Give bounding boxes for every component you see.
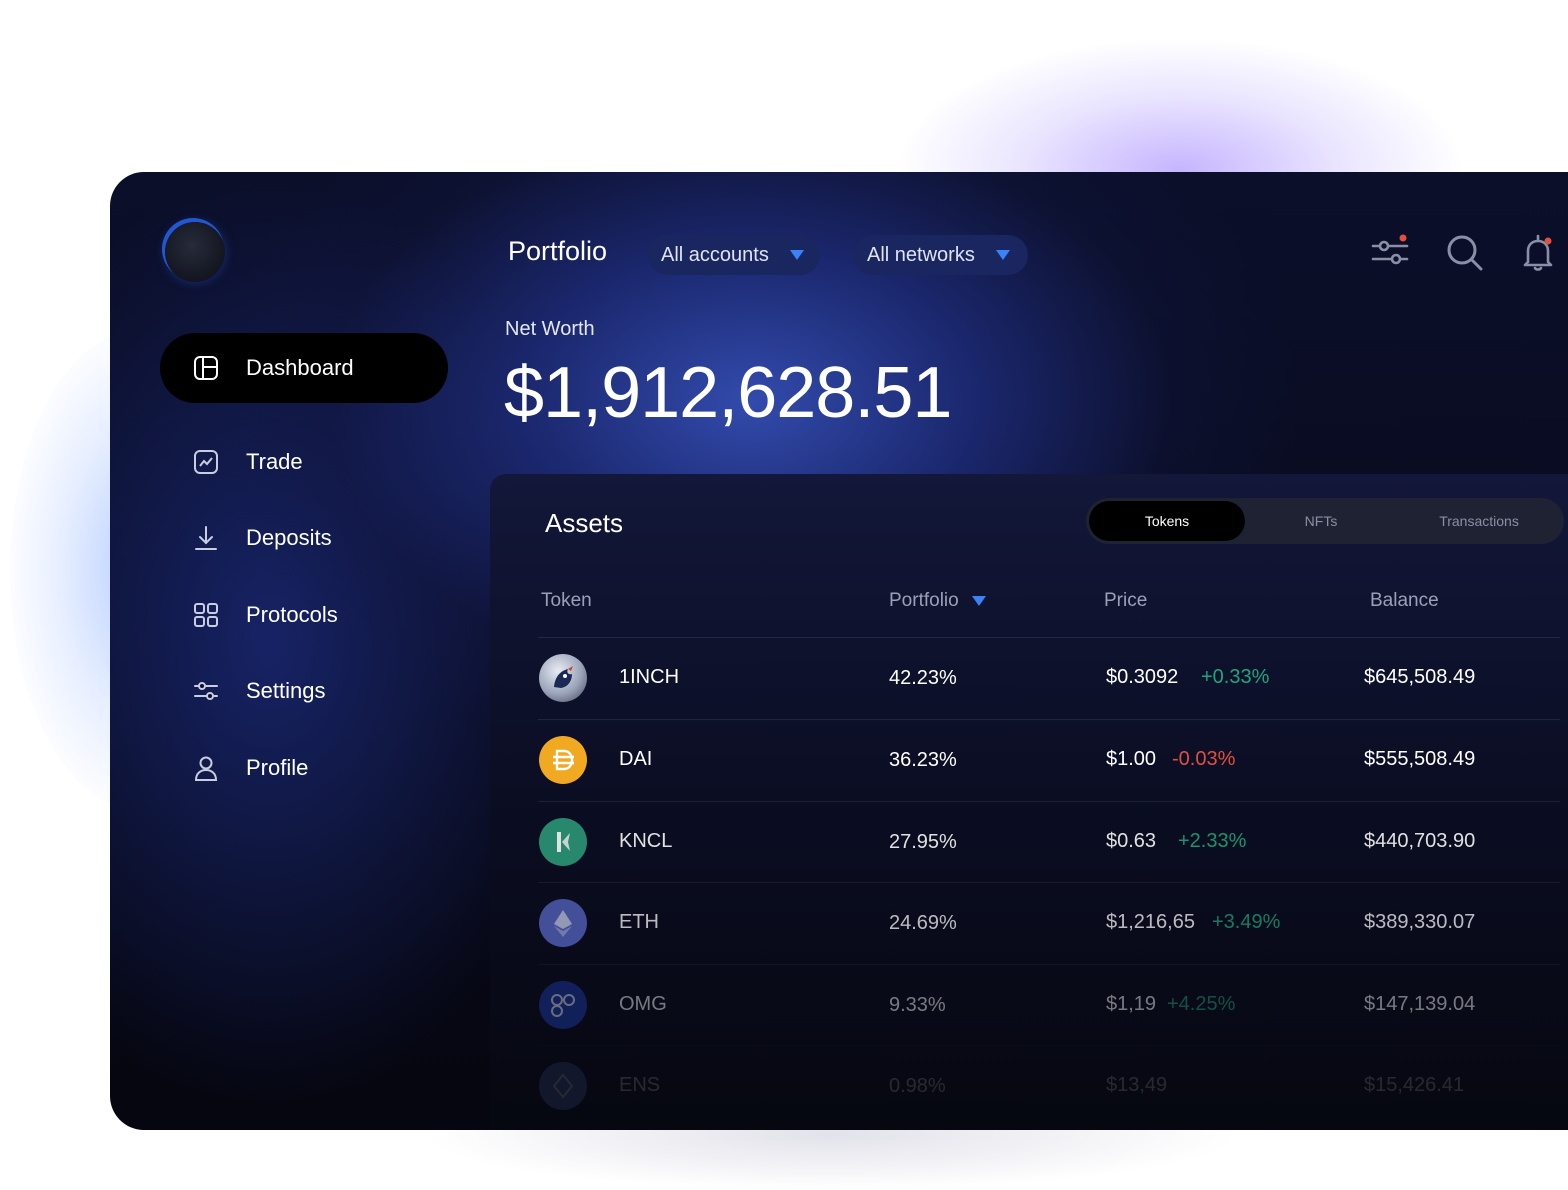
- app-window: Dashboard Trade Deposits Protocols Setti…: [110, 172, 1568, 1130]
- avatar[interactable]: [165, 222, 225, 282]
- accounts-dropdown[interactable]: All accounts: [648, 235, 820, 275]
- token-price: $13,49: [1106, 1074, 1168, 1096]
- table-row[interactable]: KNCL 27.95% $0.63 +2.33% $440,703.90: [538, 801, 1560, 883]
- column-header-token[interactable]: Token: [541, 590, 592, 612]
- column-header-balance[interactable]: Balance: [1370, 590, 1439, 612]
- token-price-change: +0.33%: [1201, 666, 1270, 688]
- sidebar-item-deposits[interactable]: Deposits: [160, 503, 448, 573]
- page-title: Portfolio: [508, 236, 608, 266]
- bell-icon: [1523, 234, 1553, 271]
- column-header-label: Balance: [1370, 590, 1439, 611]
- sidebar-item-protocols[interactable]: Protocols: [160, 580, 448, 650]
- sidebar-item-label: Dashboard: [246, 355, 354, 380]
- sidebar-item-label: Settings: [246, 678, 326, 703]
- chart-icon: [192, 448, 220, 476]
- token-portfolio-share: 27.95%: [889, 831, 957, 853]
- token-symbol: ENS: [619, 1074, 661, 1096]
- tab-nfts[interactable]: NFTs: [1245, 501, 1397, 541]
- 1inch-coin-icon: [539, 654, 587, 702]
- assets-tabs: Tokens NFTs Transactions: [1086, 498, 1564, 544]
- token-price: $0.63: [1106, 830, 1157, 852]
- table-row[interactable]: OMG 9.33% $1,19 +4.25% $147,139.04: [538, 964, 1560, 1046]
- sort-caret-icon: [971, 595, 987, 607]
- tab-transactions[interactable]: Transactions: [1397, 501, 1561, 541]
- omg-coin-icon: [539, 981, 587, 1029]
- dai-coin-icon: [539, 736, 587, 784]
- token-price-change: -0.03%: [1172, 748, 1236, 770]
- column-header-label: Portfolio: [889, 590, 959, 611]
- assets-title: Assets: [545, 508, 624, 538]
- sliders-icon: [1371, 234, 1409, 265]
- networth-label: Net Worth: [505, 318, 595, 340]
- filter-button[interactable]: [1370, 232, 1410, 272]
- sidebar-item-label: Profile: [246, 755, 309, 780]
- user-icon: [192, 754, 220, 782]
- search-icon: [1447, 235, 1483, 271]
- sidebar-item-dashboard[interactable]: Dashboard: [160, 333, 448, 403]
- column-header-label: Token: [541, 590, 592, 611]
- table-row[interactable]: ENS 0.98% $13,49 $15,426.41: [538, 1045, 1560, 1127]
- tab-tokens[interactable]: Tokens: [1089, 501, 1245, 541]
- token-price-change: +2.33%: [1178, 830, 1247, 852]
- sidebar-item-trade[interactable]: Trade: [160, 427, 448, 497]
- token-symbol: ETH: [619, 911, 659, 933]
- token-balance: $15,426.41: [1364, 1074, 1465, 1096]
- caret-down-icon: [995, 249, 1011, 261]
- dashboard-icon: [192, 354, 220, 382]
- token-portfolio-share: 24.69%: [889, 912, 957, 934]
- networks-dropdown-value: All networks: [867, 243, 975, 266]
- caret-down-icon: [789, 249, 805, 261]
- sidebar-item-label: Deposits: [246, 525, 332, 550]
- token-balance: $645,508.49: [1364, 666, 1476, 688]
- token-portfolio-share: 0.98%: [889, 1075, 946, 1097]
- token-price: $1,19: [1106, 993, 1157, 1015]
- token-balance: $440,703.90: [1364, 830, 1476, 852]
- token-symbol: 1INCH: [619, 666, 680, 688]
- networth-value: $1,912,628.51: [504, 353, 952, 433]
- notifications-button[interactable]: [1518, 232, 1558, 272]
- token-price-change: +4.25%: [1167, 993, 1236, 1015]
- accounts-dropdown-value: All accounts: [661, 243, 769, 266]
- token-price-change: +3.49%: [1212, 911, 1281, 933]
- table-row[interactable]: 1INCH 42.23% $0.3092 +0.33% $645,508.49: [538, 637, 1560, 719]
- token-symbol: OMG: [619, 993, 667, 1015]
- token-balance: $147,139.04: [1364, 993, 1476, 1015]
- token-price: $1.00: [1106, 748, 1157, 770]
- column-header-price[interactable]: Price: [1104, 590, 1147, 612]
- assets-panel: Assets Tokens NFTs Transactions Token Po…: [490, 474, 1568, 1130]
- token-portfolio-share: 9.33%: [889, 994, 946, 1016]
- token-portfolio-share: 36.23%: [889, 749, 957, 771]
- token-price: $1,216,65: [1106, 911, 1195, 933]
- token-balance: $555,508.49: [1364, 748, 1476, 770]
- kncl-coin-icon: [539, 818, 587, 866]
- grid-icon: [192, 601, 220, 629]
- column-header-label: Price: [1104, 590, 1148, 611]
- token-symbol: DAI: [619, 748, 653, 770]
- sliders-icon: [192, 677, 220, 705]
- token-symbol: KNCL: [619, 830, 673, 852]
- token-price: $0.3092: [1106, 666, 1179, 688]
- token-portfolio-share: 42.23%: [889, 667, 957, 689]
- ens-coin-icon: [539, 1062, 587, 1110]
- sidebar-item-profile[interactable]: Profile: [160, 733, 448, 803]
- column-header-portfolio[interactable]: Portfolio: [889, 590, 987, 612]
- networks-dropdown[interactable]: All networks: [854, 235, 1028, 275]
- search-button[interactable]: [1444, 232, 1484, 272]
- eth-coin-icon: [539, 899, 587, 947]
- sidebar-item-label: Protocols: [246, 602, 338, 627]
- download-icon: [192, 524, 220, 552]
- table-row[interactable]: ETH 24.69% $1,216,65 +3.49% $389,330.07: [538, 882, 1560, 964]
- token-balance: $389,330.07: [1364, 911, 1476, 933]
- sidebar-item-label: Trade: [246, 449, 303, 474]
- table-row[interactable]: DAI 36.23% $1.00 -0.03% $555,508.49: [538, 719, 1560, 801]
- sidebar-item-settings[interactable]: Settings: [160, 656, 448, 726]
